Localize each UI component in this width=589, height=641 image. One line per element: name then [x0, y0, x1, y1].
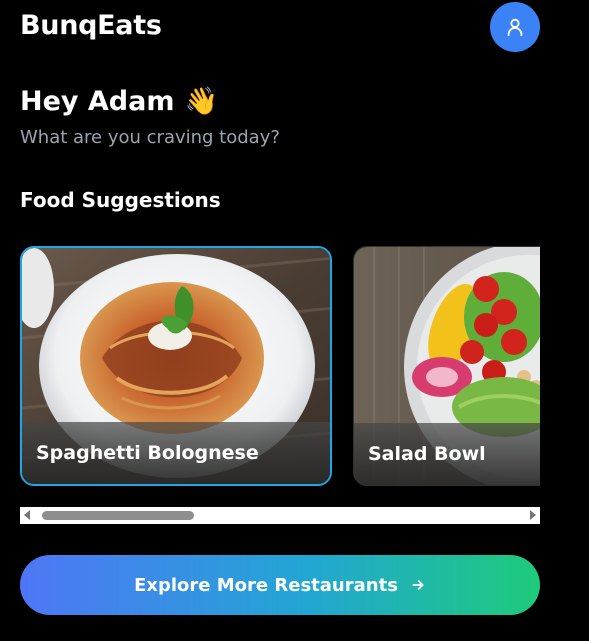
user-icon [507, 18, 523, 37]
food-card-label-bar: Salad Bowl [354, 423, 540, 485]
food-suggestions-carousel[interactable]: Spaghetti Bolognese Salad Bowl [20, 246, 540, 488]
app-title: BunqEats [20, 10, 162, 41]
profile-avatar-button[interactable] [490, 2, 540, 52]
food-card-label: Spaghetti Bolognese [36, 442, 259, 464]
explore-button-label: Explore More Restaurants [134, 574, 398, 596]
greeting-heading: Hey Adam 👋 [20, 86, 218, 117]
waving-hand-icon: 👋 [184, 86, 219, 117]
scroll-right-arrow-icon[interactable] [530, 510, 536, 520]
app-screen: BunqEats Hey Adam 👋 What are you craving… [0, 0, 589, 641]
scroll-left-arrow-icon[interactable] [24, 510, 30, 520]
arrow-right-icon [412, 580, 424, 590]
carousel-scrollbar[interactable] [20, 507, 540, 524]
food-card-label-bar: Spaghetti Bolognese [22, 422, 330, 484]
food-card-spaghetti-bolognese[interactable]: Spaghetti Bolognese [20, 246, 332, 486]
greeting-text: Hey Adam [20, 86, 175, 117]
food-card-label: Salad Bowl [368, 443, 486, 465]
scrollbar-thumb[interactable] [42, 511, 194, 520]
greeting-subtitle: What are you craving today? [20, 127, 280, 148]
explore-more-restaurants-button[interactable]: Explore More Restaurants [20, 555, 540, 615]
food-card-salad-bowl[interactable]: Salad Bowl [353, 246, 540, 486]
food-suggestions-title: Food Suggestions [20, 188, 221, 212]
